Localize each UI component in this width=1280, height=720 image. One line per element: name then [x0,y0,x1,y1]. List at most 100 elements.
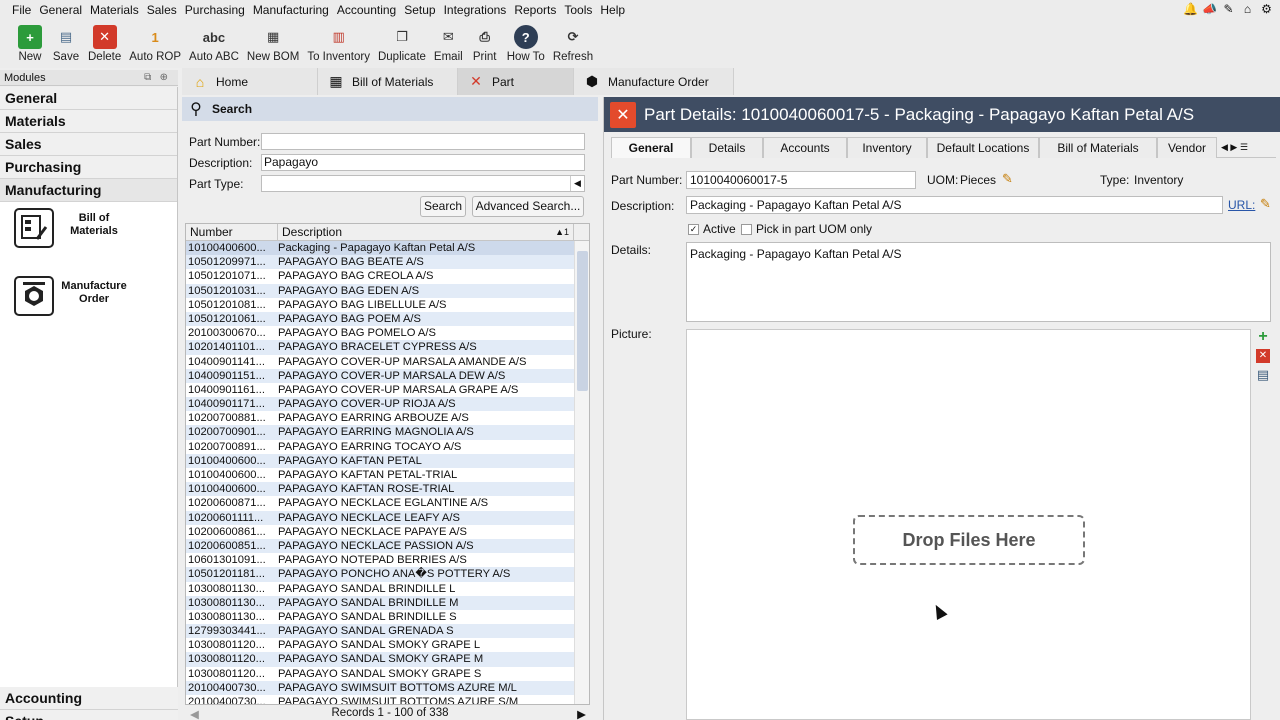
module-sales[interactable]: Sales [0,133,177,156]
edit-uom-icon[interactable]: ✎ [1002,171,1013,187]
table-row[interactable]: 10400901161... PAPAGAYO COVER-UP MARSALA … [186,383,589,397]
save-button[interactable]: ▤ Save [48,20,84,68]
menu-sales[interactable]: Sales [143,3,181,17]
col-number[interactable]: Number [186,224,278,240]
table-row[interactable]: 20100400730... PAPAGAYO SWIMSUIT BOTTOMS … [186,695,589,704]
module-general[interactable]: General [0,87,177,110]
print-button[interactable]: ⎙ Print [467,20,503,68]
detail-tab-bill-of-materials[interactable]: Bill of Materials [1039,137,1157,158]
home-tray-icon[interactable]: ⌂ [1240,2,1255,17]
table-row[interactable]: 10400901171... PAPAGAYO COVER-UP RIOJA A/… [186,397,589,412]
menu-purchasing[interactable]: Purchasing [181,3,249,17]
table-row[interactable]: 10501201181... PAPAGAYO PONCHO ANA�S POTT… [186,567,589,582]
table-row[interactable]: 10200601111... PAPAGAYO NECKLACE LEAFY A/… [186,510,589,525]
auto-rop-button[interactable]: 1 Auto ROP [125,20,185,68]
module-item-bill-of-materials[interactable]: Bill of Materials [0,208,177,276]
drop-files-zone[interactable]: Drop Files Here [853,515,1085,565]
prev-page-icon[interactable]: ◀ [190,707,199,720]
search-button[interactable]: Search [420,196,466,217]
email-button[interactable]: ✉ Email [430,20,467,68]
table-row[interactable]: 10200700891... PAPAGAYO EARRING TOCAYO A/… [186,440,589,454]
table-row[interactable]: 10501201031... PAPAGAYO BAG EDEN A/S [186,283,589,298]
tab-home[interactable]: ⌂ Home [182,68,318,95]
table-row[interactable]: 20100400730... PAPAGAYO SWIMSUIT BOTTOMS … [186,680,589,695]
table-row[interactable]: 10300801120... PAPAGAYO SANDAL SMOKY GRAP… [186,652,589,667]
table-row[interactable]: 10300801130... PAPAGAYO SANDAL BRINDILLE … [186,610,589,624]
detail-tab-details[interactable]: Details [691,137,763,158]
bell-icon[interactable]: 🔔 [1183,2,1198,17]
col-description[interactable]: Description ▲1 [278,224,574,240]
tab-bill-of-materials[interactable]: ▦ Bill of Materials [318,68,458,95]
table-row[interactable]: 10200700901... PAPAGAYO EARRING MAGNOLIA … [186,425,589,440]
wrench-icon[interactable]: ✎ [1221,2,1236,17]
detail-tab-general[interactable]: General [611,137,691,158]
module-purchasing[interactable]: Purchasing [0,156,177,179]
table-row[interactable]: 10501201071... PAPAGAYO BAG CREOLA A/S [186,269,589,283]
pick-uom-row[interactable]: Pick in part UOM only [741,222,872,236]
settings-icon[interactable]: ⚙ [1259,2,1274,17]
delete-picture-icon[interactable]: ✕ [1256,349,1270,363]
module-materials[interactable]: Materials [0,110,177,133]
description-detail-input[interactable]: Packaging - Papagayo Kaftan Petal A/S [686,196,1223,214]
details-textarea[interactable]: Packaging - Papagayo Kaftan Petal A/S [686,242,1271,322]
save-picture-icon[interactable]: ▤ [1256,368,1270,382]
table-row[interactable]: 20100300670... PAPAGAYO BAG POMELO A/S [186,326,589,340]
table-row[interactable]: 10200600861... PAPAGAYO NECKLACE PAPAYE A… [186,525,589,539]
module-accounting[interactable]: Accounting [0,687,178,710]
menu-tools[interactable]: Tools [560,3,596,17]
add-picture-icon[interactable]: + [1256,329,1270,345]
table-row[interactable]: 10501201061... PAPAGAYO BAG POEM A/S [186,311,589,327]
table-row[interactable]: 10300801120... PAPAGAYO SANDAL SMOKY GRAP… [186,667,589,681]
table-row[interactable]: 10100400600... PAPAGAYO KAFTAN PETAL [186,453,589,468]
megaphone-icon[interactable]: 📣 [1202,2,1217,17]
table-row[interactable]: 10100400600... PAPAGAYO KAFTAN ROSE-TRIAL [186,482,589,497]
table-row[interactable]: 10300801130... PAPAGAYO SANDAL BRINDILLE … [186,582,589,596]
table-row[interactable]: 10501209971... PAPAGAYO BAG BEATE A/S [186,255,589,270]
duplicate-button[interactable]: ❐ Duplicate [374,20,430,68]
panel-controls-icon[interactable]: ⧉ ⊕ [144,70,168,86]
menu-integrations[interactable]: Integrations [440,3,511,17]
table-row[interactable]: 10100400600... Packaging - Papagayo Kafta… [186,241,589,256]
table-row[interactable]: 10501201081... PAPAGAYO BAG LIBELLULE A/S [186,298,589,312]
to-inventory-button[interactable]: ▥ To Inventory [303,20,374,68]
table-row[interactable]: 10400901151... PAPAGAYO COVER-UP MARSALA … [186,368,589,383]
detail-tab-inventory[interactable]: Inventory [847,137,927,158]
delete-button[interactable]: ✕ Delete [84,20,125,68]
menu-help[interactable]: Help [596,3,629,17]
menu-file[interactable]: File [8,3,35,17]
detail-tab-default-locations[interactable]: Default Locations [927,137,1039,158]
new-bom-button[interactable]: ▦ New BOM [243,20,303,68]
part-type-select[interactable]: ◀ [261,175,585,192]
menu-setup[interactable]: Setup [400,3,439,17]
menu-accounting[interactable]: Accounting [333,3,400,17]
table-row[interactable]: 10300801120... PAPAGAYO SANDAL SMOKY GRAP… [186,638,589,652]
detail-tab-scroll-icon[interactable]: ◀ ▶ ☰ [1217,137,1248,157]
new-button[interactable]: + New [12,20,48,68]
part-number-detail-input[interactable]: 1010040060017-5 [686,171,916,189]
active-checkbox-row[interactable]: ✓ Active [688,222,736,236]
table-row[interactable]: 10100400600... PAPAGAYO KAFTAN PETAL-TRIA… [186,468,589,482]
results-scrollbar[interactable] [574,241,589,704]
description-input[interactable]: Papagayo [261,154,585,171]
module-item-manufacture-order[interactable]: Manufacture Order [0,276,177,344]
module-manufacturing[interactable]: Manufacturing [0,179,177,202]
table-row[interactable]: 10601301091... PAPAGAYO NOTEPAD BERRIES A… [186,553,589,567]
tab-part[interactable]: ✕ Part [458,68,574,95]
table-row[interactable]: 10200700881... PAPAGAYO EARRING ARBOUZE A… [186,411,589,425]
auto-abc-button[interactable]: abc Auto ABC [185,20,243,68]
next-page-icon[interactable]: ▶ [577,707,586,720]
menu-materials[interactable]: Materials [86,3,143,17]
menu-general[interactable]: General [35,3,86,17]
how-to-button[interactable]: ? How To [503,20,549,68]
table-row[interactable]: 10201401101... PAPAGAYO BRACELET CYPRESS … [186,340,589,355]
table-row[interactable]: 10200600871... PAPAGAYO NECKLACE EGLANTIN… [186,496,589,510]
active-checkbox[interactable]: ✓ [688,224,699,236]
tab-manufacture-order[interactable]: ⬢ Manufacture Order [574,68,734,95]
scroll-thumb[interactable] [577,251,588,391]
pick-uom-checkbox[interactable] [741,224,752,236]
dropdown-arrow-icon[interactable]: ◀ [570,176,584,191]
refresh-button[interactable]: ⟳ Refresh [549,20,597,68]
module-setup[interactable]: Setup [0,710,178,720]
menu-reports[interactable]: Reports [510,3,560,17]
menu-manufacturing[interactable]: Manufacturing [249,3,333,17]
